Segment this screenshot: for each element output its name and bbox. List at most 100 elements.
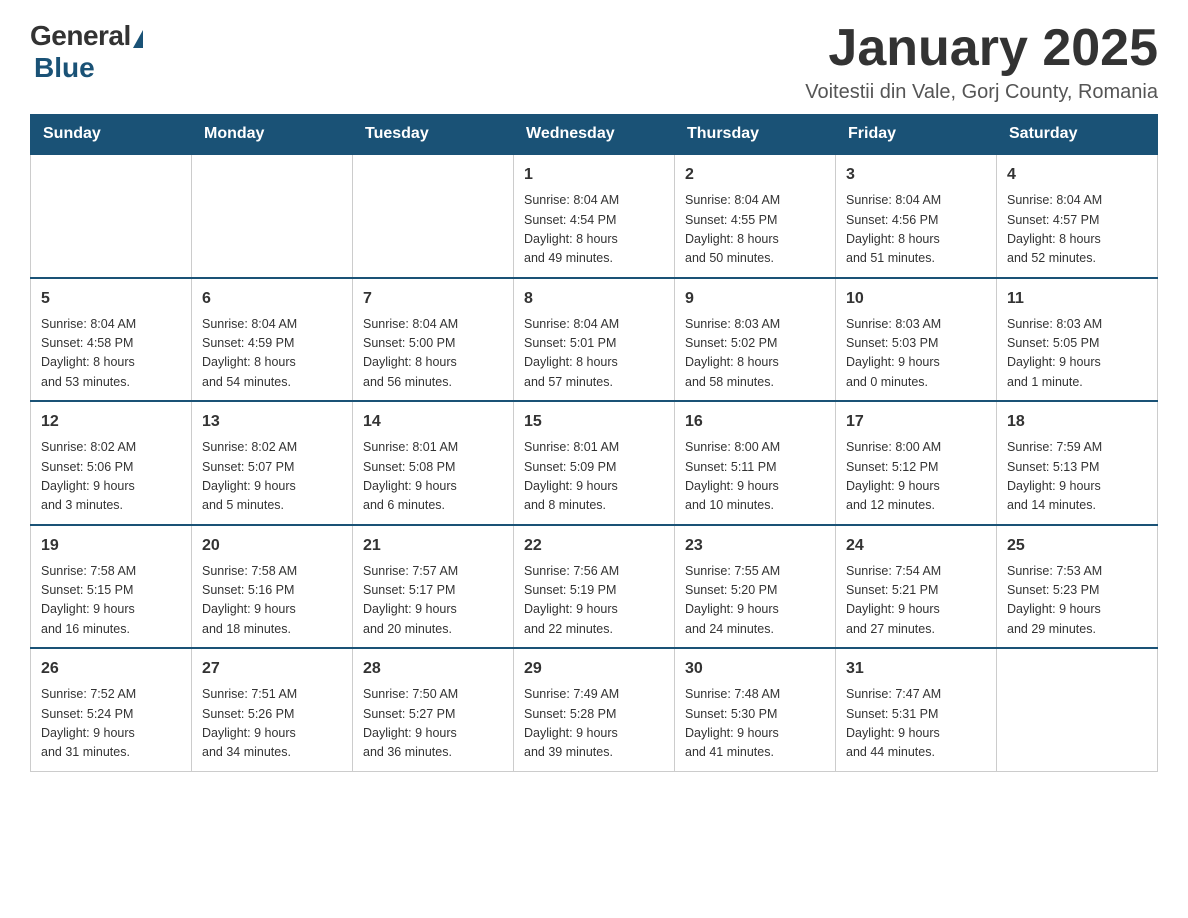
calendar-week-row: 1Sunrise: 8:04 AM Sunset: 4:54 PM Daylig… [31,154,1158,278]
calendar-cell: 20 Sunrise: 7:58 AM Sunset: 5:16 PM Dayli… [192,525,353,649]
calendar-cell: 10 Sunrise: 8:03 AM Sunset: 5:03 PM Dayli… [836,278,997,402]
day-number: 13 [202,410,342,434]
day-number: 31 [846,657,986,681]
day-number: 21 [363,534,503,558]
calendar-cell: 18Sunrise: 7:59 AM Sunset: 5:13 PM Dayli… [997,401,1158,525]
day-number: 1 [524,163,664,187]
day-number: 26 [41,657,181,681]
calendar-week-row: 26 Sunrise: 7:52 AM Sunset: 5:24 PM Dayli… [31,648,1158,771]
weekday-header-row: SundayMondayTuesdayWednesdayThursdayFrid… [31,115,1158,155]
day-info: Sunrise: 7:53 AM Sunset: 5:23 PM Dayligh… [1007,562,1147,640]
calendar-cell: 16 Sunrise: 8:00 AM Sunset: 5:11 PM Dayli… [675,401,836,525]
weekday-header-thursday: Thursday [675,115,836,155]
day-info: Sunrise: 7:58 AM Sunset: 5:15 PM Dayligh… [41,562,181,640]
calendar-week-row: 12Sunrise: 8:02 AM Sunset: 5:06 PM Dayli… [31,401,1158,525]
day-number: 6 [202,287,342,311]
calendar-cell: 4 Sunrise: 8:04 AM Sunset: 4:57 PM Daylig… [997,154,1158,278]
calendar-cell: 21 Sunrise: 7:57 AM Sunset: 5:17 PM Dayli… [353,525,514,649]
day-info: Sunrise: 7:52 AM Sunset: 5:24 PM Dayligh… [41,685,181,763]
weekday-header-monday: Monday [192,115,353,155]
calendar-cell: 12Sunrise: 8:02 AM Sunset: 5:06 PM Dayli… [31,401,192,525]
day-number: 9 [685,287,825,311]
day-info: Sunrise: 8:01 AM Sunset: 5:09 PM Dayligh… [524,438,664,516]
day-number: 5 [41,287,181,311]
day-number: 10 [846,287,986,311]
calendar-cell: 13 Sunrise: 8:02 AM Sunset: 5:07 PM Dayli… [192,401,353,525]
day-number: 14 [363,410,503,434]
day-number: 15 [524,410,664,434]
day-info: Sunrise: 8:03 AM Sunset: 5:03 PM Dayligh… [846,315,986,393]
calendar-cell: 2Sunrise: 8:04 AM Sunset: 4:55 PM Daylig… [675,154,836,278]
day-info: Sunrise: 8:00 AM Sunset: 5:12 PM Dayligh… [846,438,986,516]
day-number: 16 [685,410,825,434]
day-number: 22 [524,534,664,558]
calendar-cell: 15 Sunrise: 8:01 AM Sunset: 5:09 PM Dayli… [514,401,675,525]
calendar-cell: 27 Sunrise: 7:51 AM Sunset: 5:26 PM Dayli… [192,648,353,771]
calendar-cell: 30Sunrise: 7:48 AM Sunset: 5:30 PM Dayli… [675,648,836,771]
day-number: 25 [1007,534,1147,558]
day-number: 24 [846,534,986,558]
day-number: 29 [524,657,664,681]
day-info: Sunrise: 7:56 AM Sunset: 5:19 PM Dayligh… [524,562,664,640]
day-info: Sunrise: 8:04 AM Sunset: 5:01 PM Dayligh… [524,315,664,393]
calendar-cell: 28 Sunrise: 7:50 AM Sunset: 5:27 PM Dayli… [353,648,514,771]
calendar-cell: 14Sunrise: 8:01 AM Sunset: 5:08 PM Dayli… [353,401,514,525]
day-number: 28 [363,657,503,681]
day-number: 7 [363,287,503,311]
calendar-week-row: 5 Sunrise: 8:04 AM Sunset: 4:58 PM Daylig… [31,278,1158,402]
calendar-cell: 8Sunrise: 8:04 AM Sunset: 5:01 PM Daylig… [514,278,675,402]
calendar-cell: 9 Sunrise: 8:03 AM Sunset: 5:02 PM Daylig… [675,278,836,402]
logo-general-text: General [30,20,131,52]
calendar-cell [192,154,353,278]
month-title: January 2025 [805,20,1158,77]
day-number: 18 [1007,410,1147,434]
calendar-cell [353,154,514,278]
day-info: Sunrise: 7:50 AM Sunset: 5:27 PM Dayligh… [363,685,503,763]
calendar-cell: 1Sunrise: 8:04 AM Sunset: 4:54 PM Daylig… [514,154,675,278]
calendar-cell [31,154,192,278]
day-info: Sunrise: 7:47 AM Sunset: 5:31 PM Dayligh… [846,685,986,763]
day-info: Sunrise: 8:04 AM Sunset: 5:00 PM Dayligh… [363,315,503,393]
day-info: Sunrise: 7:57 AM Sunset: 5:17 PM Dayligh… [363,562,503,640]
day-number: 17 [846,410,986,434]
location-title: Voitestii din Vale, Gorj County, Romania [805,81,1158,104]
weekday-header-saturday: Saturday [997,115,1158,155]
day-info: Sunrise: 7:48 AM Sunset: 5:30 PM Dayligh… [685,685,825,763]
day-info: Sunrise: 7:55 AM Sunset: 5:20 PM Dayligh… [685,562,825,640]
day-info: Sunrise: 8:04 AM Sunset: 4:58 PM Dayligh… [41,315,181,393]
day-info: Sunrise: 7:51 AM Sunset: 5:26 PM Dayligh… [202,685,342,763]
day-info: Sunrise: 8:00 AM Sunset: 5:11 PM Dayligh… [685,438,825,516]
day-info: Sunrise: 7:54 AM Sunset: 5:21 PM Dayligh… [846,562,986,640]
calendar-cell: 17 Sunrise: 8:00 AM Sunset: 5:12 PM Dayli… [836,401,997,525]
calendar-cell: 3Sunrise: 8:04 AM Sunset: 4:56 PM Daylig… [836,154,997,278]
calendar-cell: 25 Sunrise: 7:53 AM Sunset: 5:23 PM Dayli… [997,525,1158,649]
day-info: Sunrise: 8:04 AM Sunset: 4:56 PM Dayligh… [846,191,986,269]
day-number: 2 [685,163,825,187]
day-info: Sunrise: 8:02 AM Sunset: 5:06 PM Dayligh… [41,438,181,516]
day-number: 20 [202,534,342,558]
day-info: Sunrise: 8:02 AM Sunset: 5:07 PM Dayligh… [202,438,342,516]
day-number: 19 [41,534,181,558]
logo-blue-text: Blue [34,52,95,84]
calendar-cell: 29Sunrise: 7:49 AM Sunset: 5:28 PM Dayli… [514,648,675,771]
calendar-cell: 31 Sunrise: 7:47 AM Sunset: 5:31 PM Dayli… [836,648,997,771]
calendar-cell: 7 Sunrise: 8:04 AM Sunset: 5:00 PM Daylig… [353,278,514,402]
day-info: Sunrise: 8:03 AM Sunset: 5:02 PM Dayligh… [685,315,825,393]
calendar-cell: 24 Sunrise: 7:54 AM Sunset: 5:21 PM Dayli… [836,525,997,649]
calendar-cell: 26 Sunrise: 7:52 AM Sunset: 5:24 PM Dayli… [31,648,192,771]
logo: General Blue [30,20,143,84]
day-info: Sunrise: 8:04 AM Sunset: 4:59 PM Dayligh… [202,315,342,393]
calendar-cell: 5 Sunrise: 8:04 AM Sunset: 4:58 PM Daylig… [31,278,192,402]
calendar-cell: 11Sunrise: 8:03 AM Sunset: 5:05 PM Dayli… [997,278,1158,402]
header: General Blue January 2025 Voitestii din … [30,20,1158,104]
calendar-cell: 23Sunrise: 7:55 AM Sunset: 5:20 PM Dayli… [675,525,836,649]
logo-triangle-icon [133,30,143,48]
day-number: 4 [1007,163,1147,187]
day-info: Sunrise: 7:58 AM Sunset: 5:16 PM Dayligh… [202,562,342,640]
day-info: Sunrise: 8:04 AM Sunset: 4:57 PM Dayligh… [1007,191,1147,269]
weekday-header-tuesday: Tuesday [353,115,514,155]
calendar-cell: 19 Sunrise: 7:58 AM Sunset: 5:15 PM Dayli… [31,525,192,649]
calendar-cell: 6 Sunrise: 8:04 AM Sunset: 4:59 PM Daylig… [192,278,353,402]
calendar-cell: 22 Sunrise: 7:56 AM Sunset: 5:19 PM Dayli… [514,525,675,649]
day-number: 27 [202,657,342,681]
